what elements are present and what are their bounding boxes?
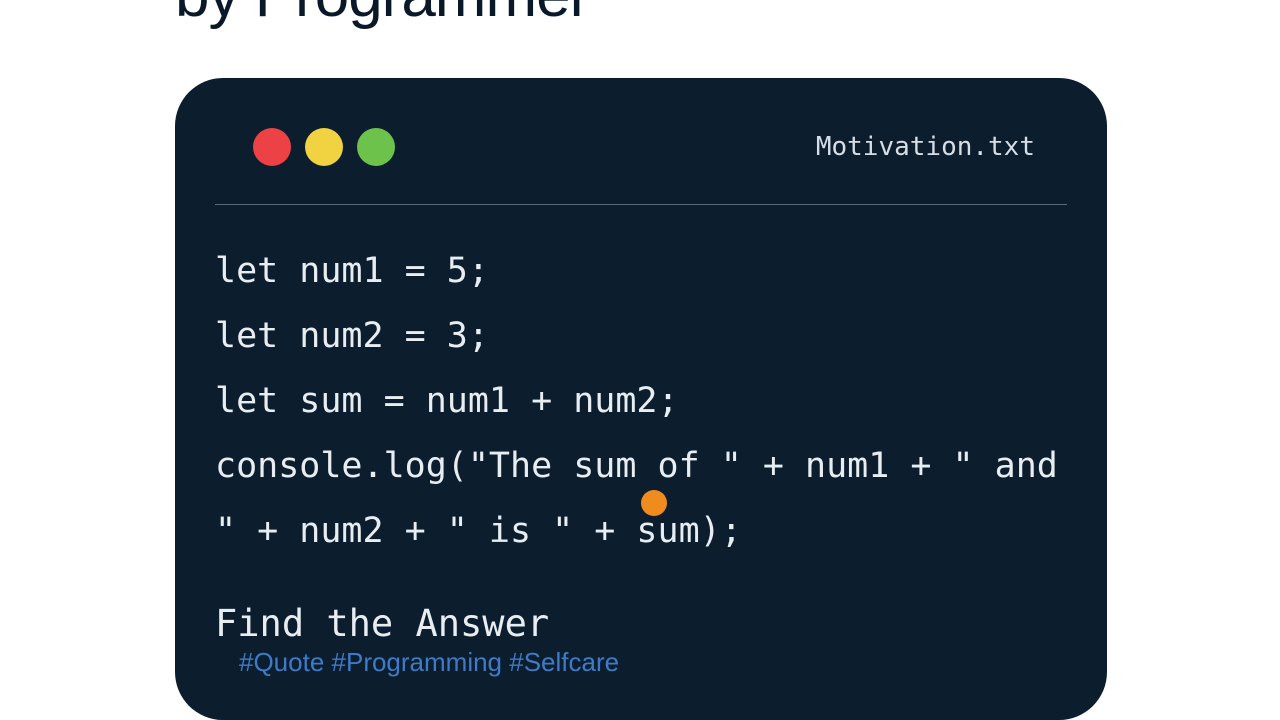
titlebar: Motivation.txt	[175, 78, 1107, 196]
hashtags: #Quote #Programming #Selfcare	[175, 645, 1107, 678]
maximize-icon[interactable]	[357, 128, 395, 166]
code-content: let num1 = 5; let num2 = 3; let sum = nu…	[175, 205, 1107, 564]
code-window: Motivation.txt let num1 = 5; let num2 = …	[175, 78, 1107, 720]
close-icon[interactable]	[253, 128, 291, 166]
cursor-indicator-icon	[641, 490, 667, 516]
code-line-1: let num1 = 5;	[215, 251, 489, 291]
code-line-2: let num2 = 3;	[215, 316, 489, 356]
page-heading: by Programmer	[175, 0, 589, 31]
minimize-icon[interactable]	[305, 128, 343, 166]
code-line-3: let sum = num1 + num2;	[215, 381, 679, 421]
traffic-lights	[253, 128, 395, 166]
prompt-text: Find the Answer	[175, 564, 1107, 645]
filename-label: Motivation.txt	[816, 132, 1035, 162]
